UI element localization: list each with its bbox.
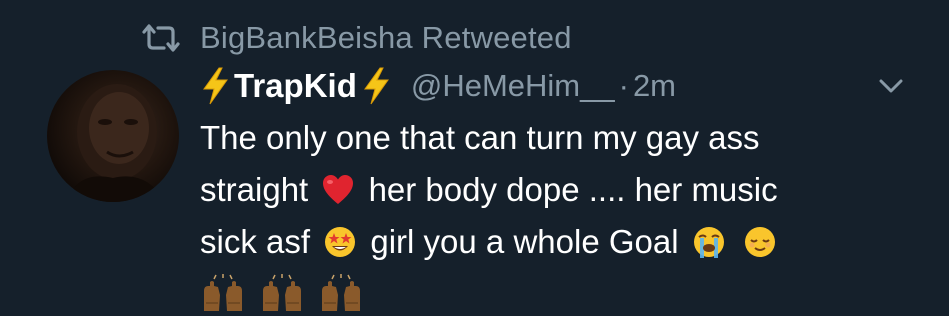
raising-hands-emoji-icon: [322, 274, 361, 311]
tweet-line-2: straight her body dope .... her music: [200, 164, 920, 216]
tweet-text-segment: her body dope .... her music: [368, 171, 778, 208]
raising-hands-emoji-icon: [204, 274, 242, 311]
display-name[interactable]: TrapKid: [200, 67, 391, 105]
tweet-line-3: sick asf girl you a whole Goal: [200, 216, 920, 268]
loudly-crying-face-emoji-icon: [693, 227, 724, 258]
tweet-line-1: The only one that can turn my gay ass: [200, 112, 920, 164]
avatar[interactable]: [47, 70, 179, 202]
star-struck-emoji-icon: [325, 227, 356, 257]
tweet-header: TrapKid @HeMeHim__ · 2m: [200, 62, 676, 110]
timestamp[interactable]: 2m: [633, 68, 676, 104]
separator-dot: ·: [618, 68, 629, 103]
red-heart-emoji-icon: [323, 175, 354, 204]
tweet-text-segment: straight: [200, 171, 309, 208]
tweet-body: The only one that can turn my gay ass st…: [200, 112, 920, 316]
tweet-text-segment: sick asf: [200, 223, 311, 260]
relieved-face-emoji-icon: [744, 227, 775, 257]
lightning-bolt-icon: [203, 67, 228, 105]
raising-hands-emoji-icon: [263, 274, 302, 311]
retweet-indicator[interactable]: BigBankBeisha Retweeted: [140, 18, 572, 58]
chevron-down-icon[interactable]: [876, 74, 906, 98]
tweet-line-4: [200, 268, 920, 316]
user-handle[interactable]: @HeMeHim__: [411, 68, 615, 104]
retweet-label[interactable]: BigBankBeisha Retweeted: [200, 20, 572, 56]
lightning-bolt-icon: [363, 67, 389, 105]
avatar-photo: [67, 84, 165, 202]
tweet-text-segment: girl you a whole Goal: [370, 223, 679, 260]
retweet-icon: [142, 24, 180, 52]
tweet-text-segment: The only one that can turn my gay ass: [200, 119, 760, 156]
display-name-text: TrapKid: [234, 67, 357, 104]
